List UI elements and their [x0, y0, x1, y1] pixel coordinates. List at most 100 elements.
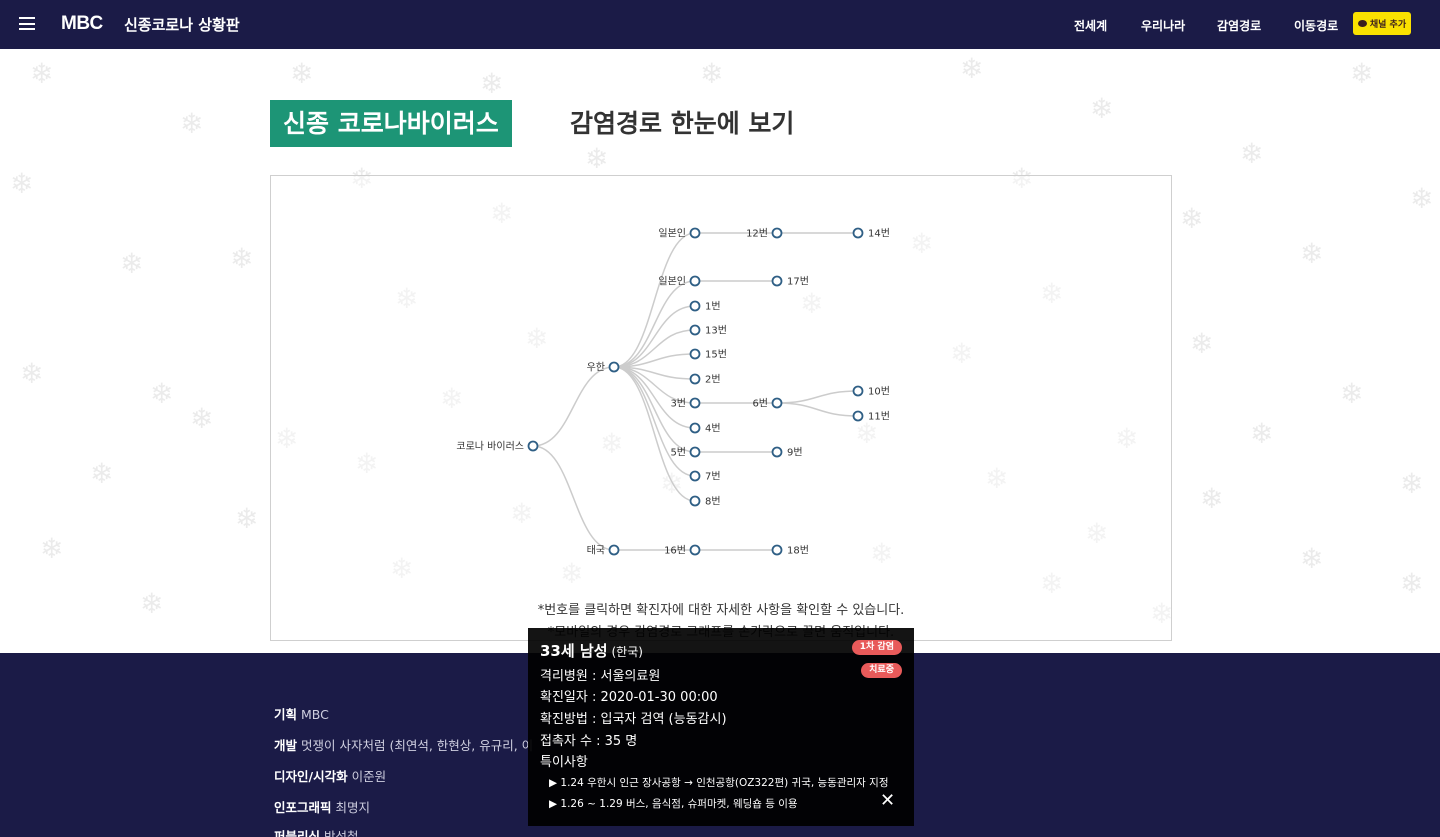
node-circle[interactable] — [689, 422, 701, 434]
graph-node-wuhan[interactable]: 우한 — [587, 361, 620, 374]
snowflake-decoration: ❄ — [20, 357, 44, 390]
node-label[interactable]: 12번 — [746, 228, 768, 240]
node-circle[interactable] — [852, 227, 864, 239]
node-circle[interactable] — [771, 397, 783, 409]
node-label[interactable]: 8번 — [705, 496, 721, 508]
mbc-logo[interactable]: MBC — [61, 13, 103, 35]
graph-node-n15[interactable]: 15번 — [689, 348, 727, 361]
patient-detail-popup: 33세 남성 (한국) 1차 감염 치료중 격리병원 : 서울의료원 확진일자 :… — [528, 628, 914, 826]
site-title[interactable]: 신종코로나 상황판 — [124, 14, 240, 35]
nav-movement-route[interactable]: 이동경로 — [1294, 17, 1338, 34]
node-circle[interactable] — [689, 348, 701, 360]
close-icon[interactable]: ✕ — [880, 792, 895, 810]
node-circle[interactable] — [689, 373, 701, 385]
node-circle[interactable] — [771, 544, 783, 556]
notes-label: 특이사항 — [540, 755, 588, 770]
graph-node-jp1[interactable]: 일본인 — [658, 227, 701, 240]
node-circle[interactable] — [689, 397, 701, 409]
node-circle[interactable] — [689, 470, 701, 482]
note-item: ▶ 1.26 ~ 1.29 버스, 음식점, 슈퍼마켓, 웨딩숍 등 이용 — [549, 798, 798, 810]
snowflake-decoration: ❄ — [10, 167, 34, 200]
node-circle[interactable] — [689, 227, 701, 239]
graph-node-n1[interactable]: 1번 — [689, 300, 721, 313]
treatment-status-badge: 치료중 — [861, 663, 902, 678]
node-circle[interactable] — [689, 544, 701, 556]
graph-node-n9[interactable]: 9번 — [771, 446, 803, 459]
graph-link — [613, 366, 696, 502]
node-label[interactable]: 14번 — [868, 228, 890, 240]
graph-link — [532, 445, 615, 551]
node-circle[interactable] — [608, 361, 620, 373]
node-label[interactable]: 9번 — [787, 447, 803, 459]
node-circle[interactable] — [689, 275, 701, 287]
graph-node-n3[interactable]: 3번 — [670, 397, 701, 410]
node-label[interactable]: 일본인 — [658, 276, 686, 288]
node-label[interactable]: 17번 — [787, 276, 809, 288]
graph-node-thai[interactable]: 태국 — [587, 544, 620, 557]
graph-link — [613, 232, 696, 368]
snowflake-decoration: ❄ — [1410, 182, 1434, 215]
node-label[interactable]: 태국 — [587, 545, 605, 557]
node-circle[interactable] — [689, 300, 701, 312]
node-circle[interactable] — [689, 324, 701, 336]
infection-order-badge: 1차 감염 — [851, 640, 902, 655]
graph-node-jp2[interactable]: 일본인 — [658, 275, 701, 288]
node-circle[interactable] — [852, 410, 864, 422]
node-label[interactable]: 15번 — [705, 349, 727, 361]
tree-graph[interactable]: 코로나 바이러스우한태국일본인일본인1번13번15번2번3번4번5번7번8번16… — [271, 176, 1171, 596]
node-label[interactable]: 10번 — [868, 386, 890, 398]
contacts-text: 접촉자 수 : 35 명 — [540, 734, 638, 749]
node-label[interactable]: 코로나 바이러스 — [456, 441, 524, 453]
graph-node-n6[interactable]: 6번 — [752, 397, 783, 410]
snowflake-decoration: ❄ — [700, 57, 724, 90]
node-label[interactable]: 13번 — [705, 325, 727, 337]
graph-node-n5[interactable]: 5번 — [670, 446, 701, 459]
node-circle[interactable] — [771, 227, 783, 239]
menu-icon[interactable] — [19, 17, 35, 30]
node-label[interactable]: 5번 — [670, 447, 686, 459]
graph-node-n8[interactable]: 8번 — [689, 495, 721, 508]
graph-node-n7[interactable]: 7번 — [689, 470, 721, 483]
node-circle[interactable] — [689, 446, 701, 458]
node-circle[interactable] — [771, 275, 783, 287]
graph-node-n16[interactable]: 16번 — [664, 544, 701, 557]
node-label[interactable]: 2번 — [705, 374, 721, 386]
node-label[interactable]: 일본인 — [658, 228, 686, 240]
graph-node-n2[interactable]: 2번 — [689, 373, 721, 386]
nav-korea[interactable]: 우리나라 — [1141, 17, 1185, 34]
snowflake-decoration: ❄ — [480, 67, 504, 100]
snowflake-decoration: ❄ — [1090, 92, 1114, 125]
nav-infection-route[interactable]: 감염경로 — [1217, 17, 1261, 34]
graph-node-n18[interactable]: 18번 — [771, 544, 809, 557]
node-label[interactable]: 11번 — [868, 411, 890, 423]
snowflake-decoration: ❄ — [30, 57, 54, 90]
node-label[interactable]: 우한 — [587, 362, 605, 374]
graph-node-n13[interactable]: 13번 — [689, 324, 727, 337]
node-circle[interactable] — [771, 446, 783, 458]
snowflake-decoration: ❄ — [290, 57, 314, 90]
node-label[interactable]: 18번 — [787, 545, 809, 557]
kakao-channel-button[interactable]: 채널 추가 — [1353, 12, 1411, 35]
node-label[interactable]: 1번 — [705, 301, 721, 313]
node-circle[interactable] — [852, 385, 864, 397]
graph-node-n17[interactable]: 17번 — [771, 275, 809, 288]
node-label[interactable]: 7번 — [705, 471, 721, 483]
graph-node-n14[interactable]: 14번 — [852, 227, 890, 240]
node-label[interactable]: 4번 — [705, 423, 721, 435]
page-title: 감염경로 한눈에 보기 — [570, 109, 795, 138]
node-circle[interactable] — [608, 544, 620, 556]
graph-node-root[interactable]: 코로나 바이러스 — [456, 440, 539, 453]
graph-node-n10[interactable]: 10번 — [852, 385, 890, 398]
snowflake-decoration: ❄ — [1400, 467, 1424, 500]
node-label[interactable]: 16번 — [664, 545, 686, 557]
graph-node-n11[interactable]: 11번 — [852, 410, 890, 423]
page-title-highlight: 신종 코로나바이러스 — [270, 100, 512, 147]
node-label[interactable]: 3번 — [670, 398, 686, 410]
node-label[interactable]: 6번 — [752, 398, 768, 410]
graph-node-n12[interactable]: 12번 — [746, 227, 783, 240]
node-circle[interactable] — [689, 495, 701, 507]
infection-route-graph[interactable]: 코로나 바이러스 우한 태국 일본인 일본인 1번 13번 15번 2번 3번 4번 5번 7번 8번 16… — [270, 175, 1172, 641]
nav-world[interactable]: 전세계 — [1074, 17, 1107, 34]
graph-node-n4[interactable]: 4번 — [689, 422, 721, 435]
node-circle[interactable] — [527, 440, 539, 452]
